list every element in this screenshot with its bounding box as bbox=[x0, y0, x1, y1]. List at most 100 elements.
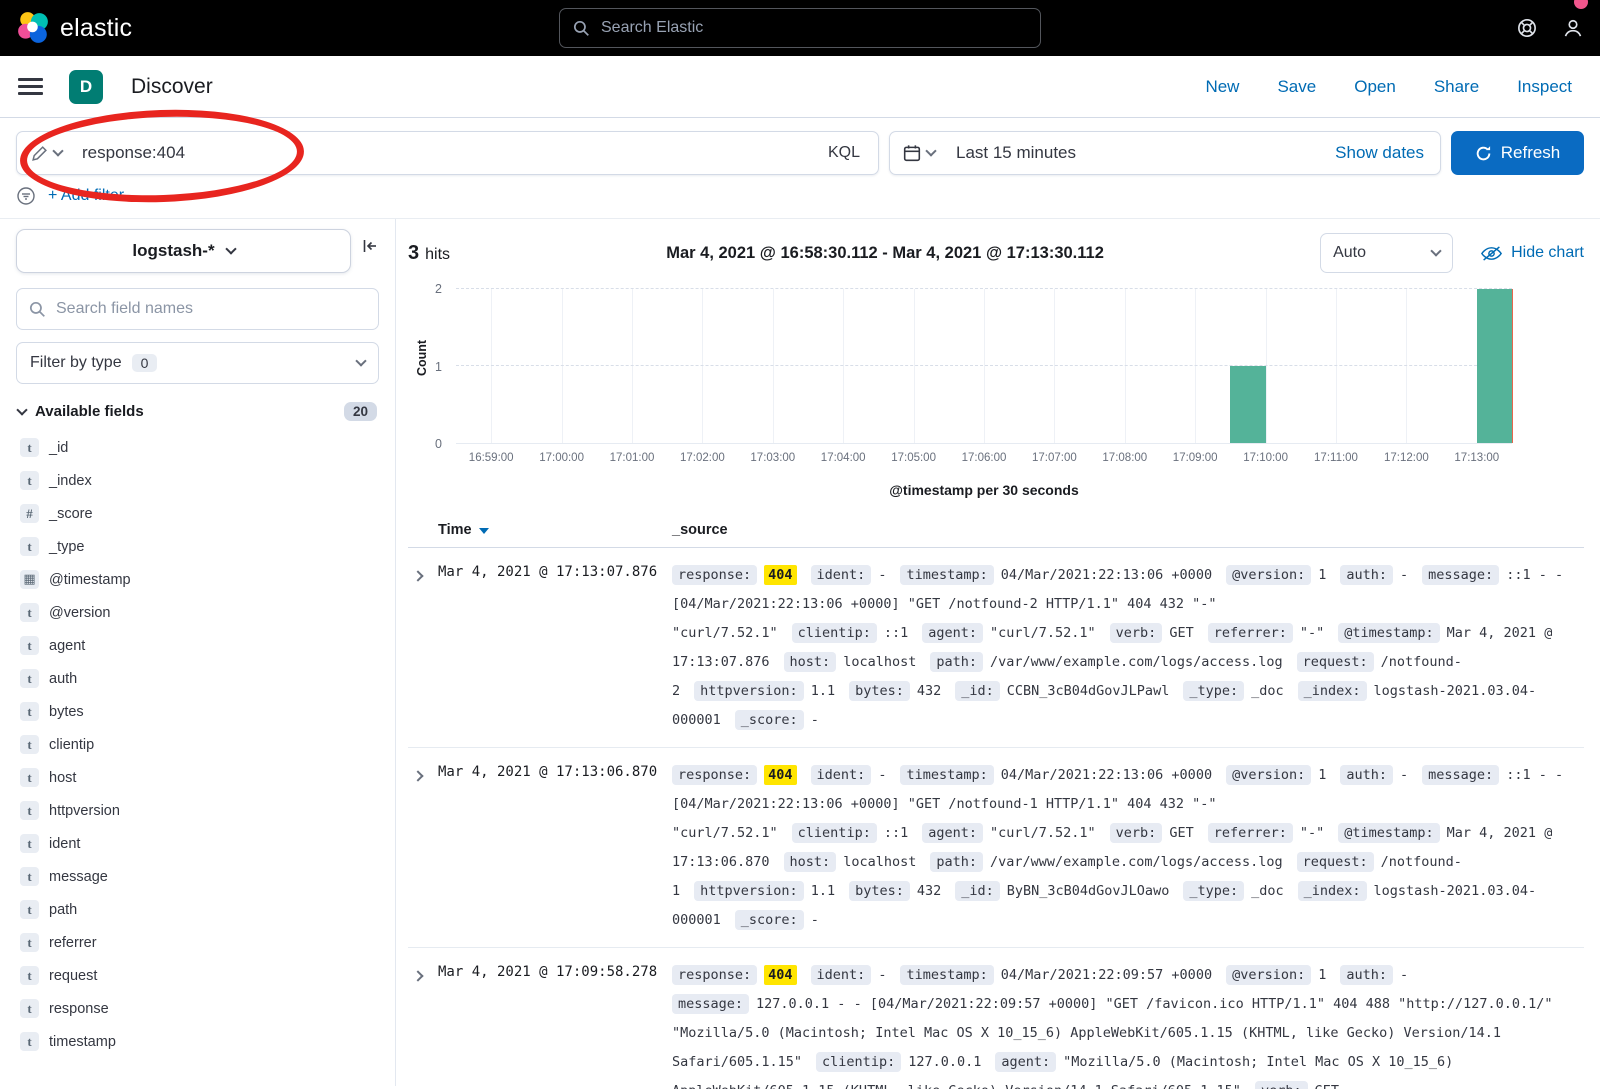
global-search-placeholder: Search Elastic bbox=[601, 19, 703, 37]
field-name: bytes bbox=[49, 704, 84, 720]
field-item-@version[interactable]: t@version bbox=[16, 596, 379, 629]
histogram-bar[interactable] bbox=[1477, 289, 1512, 443]
field-item-bytes[interactable]: tbytes bbox=[16, 695, 379, 728]
table-header: Time _source bbox=[408, 512, 1584, 548]
documents-table: Time _source Mar 4, 2021 @ 17:13:07.876r… bbox=[408, 512, 1584, 1089]
source-field-key: referrer: bbox=[1208, 623, 1293, 643]
source-field-key: clientip: bbox=[792, 823, 877, 843]
field-item-timestamp[interactable]: ttimestamp bbox=[16, 1025, 379, 1058]
source-field-value: - bbox=[1400, 967, 1408, 983]
filter-by-type-button[interactable]: Filter by type 0 bbox=[16, 342, 379, 384]
source-field-key: verb: bbox=[1255, 1081, 1308, 1089]
expand-row-button[interactable] bbox=[408, 761, 438, 785]
field-item-httpversion[interactable]: thttpversion bbox=[16, 794, 379, 827]
field-item-request[interactable]: trequest bbox=[16, 959, 379, 992]
expand-row-button[interactable] bbox=[408, 561, 438, 585]
gridline-horizontal bbox=[456, 365, 1512, 366]
add-filter-button[interactable]: + Add filter bbox=[48, 187, 124, 205]
source-field-value: 432 bbox=[917, 883, 941, 899]
global-search-input[interactable]: Search Elastic bbox=[559, 8, 1041, 48]
menu-icon[interactable] bbox=[18, 78, 43, 95]
index-pattern-label: logstash-* bbox=[132, 241, 214, 261]
hide-chart-button[interactable]: Hide chart bbox=[1481, 244, 1584, 262]
global-header: elastic Search Elastic bbox=[0, 0, 1600, 56]
x-tick-label: 17:05:00 bbox=[891, 452, 936, 464]
field-item-agent[interactable]: tagent bbox=[16, 629, 379, 662]
field-item-message[interactable]: tmessage bbox=[16, 860, 379, 893]
help-icon[interactable] bbox=[1516, 17, 1538, 39]
field-item-ident[interactable]: tident bbox=[16, 827, 379, 860]
header-action-inspect[interactable]: Inspect bbox=[1517, 77, 1572, 97]
source-field-key: clientip: bbox=[792, 623, 877, 643]
field-name: path bbox=[49, 902, 77, 918]
time-range-value[interactable]: Last 15 minutes bbox=[956, 143, 1076, 163]
source-field-value: localhost bbox=[843, 654, 916, 670]
interval-select[interactable]: Auto bbox=[1320, 233, 1453, 273]
source-field-key: @timestamp: bbox=[1338, 623, 1439, 643]
field-item-_type[interactable]: t_type bbox=[16, 530, 379, 563]
field-item-response[interactable]: tresponse bbox=[16, 992, 379, 1025]
index-pattern-select[interactable]: logstash-* bbox=[16, 229, 351, 273]
field-item-_index[interactable]: t_index bbox=[16, 464, 379, 497]
filter-bar: + Add filter bbox=[0, 184, 1600, 218]
space-badge[interactable]: D bbox=[69, 70, 103, 104]
x-tick-label: 17:12:00 bbox=[1384, 452, 1429, 464]
source-field-key: ident: bbox=[811, 965, 872, 985]
x-tick-label: 17:08:00 bbox=[1102, 452, 1147, 464]
field-type-string-icon: t bbox=[20, 1032, 39, 1051]
source-field-value: GET bbox=[1169, 825, 1193, 841]
source-field-key: ident: bbox=[811, 765, 872, 785]
user-avatar-icon[interactable] bbox=[1562, 17, 1584, 39]
field-item-auth[interactable]: tauth bbox=[16, 662, 379, 695]
source-field-value: - bbox=[878, 967, 886, 983]
chevron-down-icon bbox=[1430, 245, 1441, 256]
source-field-key: @timestamp: bbox=[1338, 823, 1439, 843]
field-item-referrer[interactable]: treferrer bbox=[16, 926, 379, 959]
field-item-_score[interactable]: #_score bbox=[16, 497, 379, 530]
query-input[interactable]: response:404 KQL bbox=[16, 131, 879, 175]
source-field-value: - bbox=[1400, 567, 1408, 583]
header-action-open[interactable]: Open bbox=[1354, 77, 1396, 97]
field-type-string-icon: t bbox=[20, 537, 39, 556]
histogram-bar[interactable] bbox=[1230, 366, 1265, 443]
field-item-path[interactable]: tpath bbox=[16, 893, 379, 926]
source-field-key: path: bbox=[930, 852, 983, 872]
column-header-time[interactable]: Time bbox=[438, 522, 672, 538]
source-field-key: referrer: bbox=[1208, 823, 1293, 843]
source-field-key: @version: bbox=[1226, 565, 1311, 585]
date-picker-menu-button[interactable] bbox=[890, 144, 948, 162]
chart-plot bbox=[456, 289, 1512, 444]
field-item-host[interactable]: thost bbox=[16, 761, 379, 794]
chevron-down-icon bbox=[355, 355, 366, 366]
gridline-vertical bbox=[491, 289, 492, 443]
saved-query-menu-button[interactable] bbox=[31, 145, 62, 162]
header-action-new[interactable]: New bbox=[1205, 77, 1239, 97]
brand-name: elastic bbox=[60, 14, 132, 43]
filter-icon[interactable] bbox=[16, 186, 36, 206]
source-field-key: agent: bbox=[922, 823, 983, 843]
chevron-down-icon bbox=[925, 145, 936, 156]
header-action-save[interactable]: Save bbox=[1277, 77, 1316, 97]
expand-row-button[interactable] bbox=[408, 961, 438, 985]
source-field-value: "curl/7.52.1" bbox=[990, 825, 1096, 841]
field-item-clientip[interactable]: tclientip bbox=[16, 728, 379, 761]
field-name: message bbox=[49, 869, 108, 885]
x-tick-label: 17:11:00 bbox=[1314, 452, 1358, 464]
search-icon bbox=[573, 20, 590, 37]
field-item-_id[interactable]: t_id bbox=[16, 431, 379, 464]
interval-value: Auto bbox=[1333, 244, 1366, 262]
show-dates-button[interactable]: Show dates bbox=[1335, 143, 1440, 163]
available-fields-toggle[interactable]: Available fields 20 bbox=[16, 402, 379, 421]
field-item-@timestamp[interactable]: ▦@timestamp bbox=[16, 563, 379, 596]
source-field-key: response: bbox=[672, 965, 757, 985]
x-tick-label: 17:06:00 bbox=[962, 452, 1007, 464]
x-axis-labels: 16:59:0017:00:0017:01:0017:02:0017:03:00… bbox=[456, 452, 1512, 472]
field-search-input[interactable]: Search field names bbox=[16, 288, 379, 330]
query-language-button[interactable]: KQL bbox=[824, 144, 864, 162]
source-field-key: _id: bbox=[955, 881, 1000, 901]
refresh-button[interactable]: Refresh bbox=[1451, 131, 1584, 175]
header-action-share[interactable]: Share bbox=[1434, 77, 1479, 97]
page-title: Discover bbox=[131, 75, 213, 99]
source-field-key: request: bbox=[1297, 652, 1374, 672]
collapse-sidebar-icon[interactable] bbox=[361, 237, 379, 255]
